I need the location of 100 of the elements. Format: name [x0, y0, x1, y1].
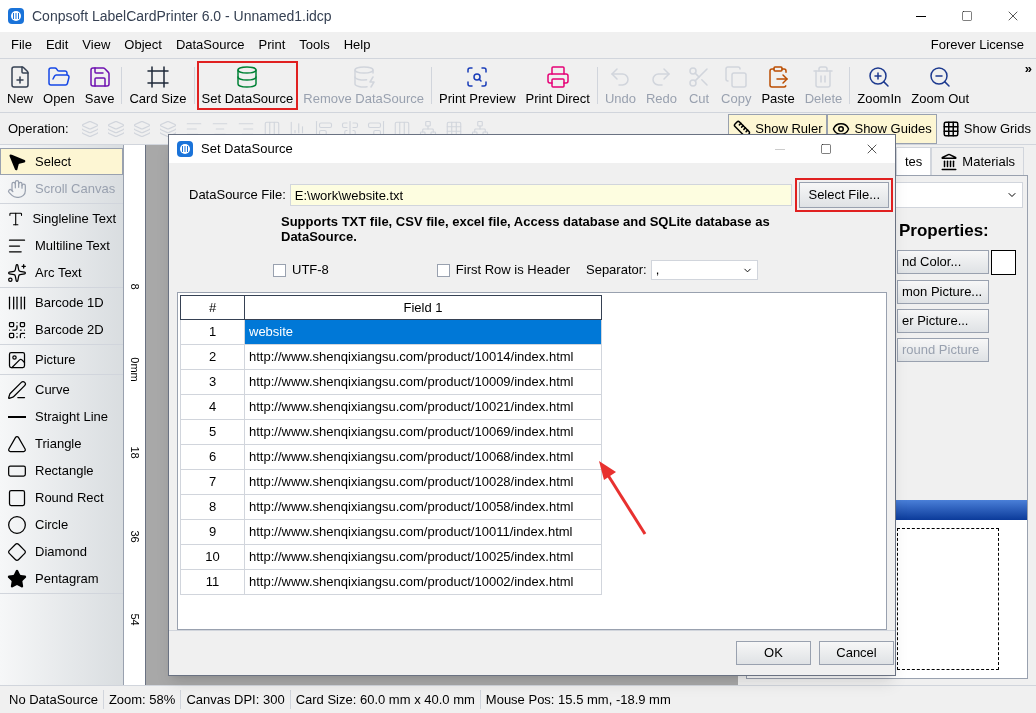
tool-button[interactable]: Circle [0, 511, 123, 538]
menu-item[interactable]: Edit [38, 32, 76, 58]
building-icon [940, 152, 959, 171]
toolbar-button[interactable]: ZoomIn [852, 61, 907, 110]
row-number: 3 [180, 369, 245, 395]
separator-label: Separator: [586, 261, 647, 280]
tool-button[interactable]: Triangle [0, 430, 123, 457]
select-file-button[interactable]: Select File... [799, 182, 889, 208]
toolbar-button[interactable]: Print Preview [434, 61, 521, 110]
tool-button[interactable]: Picture [0, 346, 123, 373]
table-row[interactable]: 6 http://www.shenqixiangsu.com/product/10068/index.html [180, 444, 602, 470]
supported-formats-note: Supports TXT file, CSV file, excel file, Access database and SQLite database as DataSource. [281, 214, 771, 244]
separator-dropdown[interactable]: , [650, 260, 758, 280]
panel-tab[interactable]: tes [896, 147, 932, 175]
panel-tab[interactable]: Materials [931, 147, 1025, 175]
zoom-out-icon [928, 64, 953, 89]
layers-icon [106, 119, 125, 138]
row-number: 1 [180, 319, 245, 345]
row-number: 2 [180, 344, 245, 370]
row-number: 11 [180, 569, 245, 595]
status-text: Card Size: 60.0 mm x 40.0 mm [289, 689, 480, 710]
menu-item[interactable]: Print [251, 32, 293, 58]
table-row[interactable]: 2 http://www.shenqixiangsu.com/product/10014/index.html [180, 344, 602, 370]
rounded-rectangle-icon [7, 487, 27, 508]
overflow-chevron[interactable]: » [1024, 59, 1032, 79]
checkbox-label: UTF-8 [292, 261, 329, 280]
toolbar-button[interactable]: Paste [756, 61, 800, 110]
table-row[interactable]: 7 http://www.shenqixiangsu.com/product/10028/index.html [180, 469, 602, 495]
table-row[interactable]: 10 http://www.shenqixiangsu.com/product/10025/index.html [180, 544, 602, 570]
operation-label: Operation: [8, 119, 69, 138]
menu-item[interactable]: DataSource [168, 32, 252, 58]
menu-item[interactable]: Object [117, 32, 169, 58]
tool-button[interactable]: Diamond [0, 538, 123, 565]
table-row[interactable]: 4 http://www.shenqixiangsu.com/product/10021/index.html [180, 394, 602, 420]
tool-button[interactable]: Select [0, 148, 123, 175]
save-icon [87, 64, 112, 89]
checkbox[interactable] [436, 263, 450, 277]
tool-button[interactable]: Barcode 1D [0, 289, 123, 316]
toolbar-button[interactable]: Save [79, 61, 120, 110]
color-swatch[interactable] [991, 249, 1016, 275]
file-label: DataSource File: [189, 186, 286, 205]
row-number: 4 [180, 394, 245, 420]
checkbox-label: First Row is Header [455, 261, 570, 280]
menu-item[interactable]: Help [336, 32, 378, 58]
line-icon [8, 415, 26, 418]
table-cell: http://www.shenqixiangsu.com/product/10011/index.html [244, 519, 602, 545]
toolbar-button[interactable]: Print Direct [520, 61, 595, 110]
tool-button[interactable]: Straight Line [0, 403, 123, 430]
table-cell: http://www.shenqixiangsu.com/product/10002/index.html [244, 569, 602, 595]
new-file-icon [8, 64, 32, 89]
view-toggle-button[interactable]: Show Grids [936, 113, 1036, 144]
ruler-label: 18 [129, 446, 140, 460]
maximize-icon [820, 143, 832, 155]
file-path-field[interactable]: E:\work\website.txt [289, 184, 793, 206]
dialog-button[interactable]: OK [736, 640, 811, 665]
row-number: 8 [180, 494, 245, 520]
layers-icon [158, 119, 177, 138]
tool-button[interactable]: Round Rect [0, 484, 123, 511]
tool-button[interactable]: Curve [0, 376, 123, 403]
tool-button[interactable]: Pentagram [0, 565, 123, 592]
checkbox[interactable] [273, 263, 286, 277]
menu-item[interactable]: File [4, 32, 39, 58]
tool-button[interactable]: Barcode 2D [0, 316, 123, 343]
property-button[interactable]: nd Color... [897, 250, 989, 274]
table-row[interactable]: 11 http://www.shenqixiangsu.com/product/10002/index.html [180, 569, 602, 595]
tool-button[interactable]: Multiline Text [0, 232, 123, 259]
ruler-label: 54 [129, 613, 140, 626]
table-cell: http://www.shenqixiangsu.com/product/10009/index.html [244, 369, 602, 395]
tool-button[interactable]: Singleline Text [0, 205, 123, 232]
database-icon [351, 64, 376, 89]
table-cell: http://www.shenqixiangsu.com/product/10021/index.html [244, 394, 602, 420]
table-row[interactable]: 8 http://www.shenqixiangsu.com/product/10058/index.html [180, 494, 602, 520]
minimize-icon [916, 15, 926, 17]
printer-icon [545, 64, 570, 89]
property-button[interactable]: mon Picture... [897, 279, 989, 304]
toolbar-button[interactable]: Open [38, 61, 80, 110]
table-row[interactable]: 3 http://www.shenqixiangsu.com/product/10009/index.html [180, 369, 602, 395]
ruler-label: 36 [129, 530, 140, 543]
toolbar-button[interactable]: Set DataSource [196, 61, 299, 110]
property-button[interactable]: er Picture... [897, 308, 989, 333]
menu-item[interactable]: Tools [292, 32, 337, 58]
tool-button[interactable]: Rectangle [0, 457, 123, 484]
table-row[interactable]: 5 http://www.shenqixiangsu.com/product/10069/index.html [180, 419, 602, 445]
toolbar-button[interactable]: New [2, 61, 38, 110]
tool-button[interactable]: Arc Text [0, 259, 123, 286]
dialog-button[interactable]: Cancel [819, 640, 894, 665]
toolbar-button[interactable]: Zoom Out [906, 61, 975, 110]
column-header[interactable]: Field 1 [244, 295, 602, 320]
table-row[interactable]: 9 http://www.shenqixiangsu.com/product/10011/index.html [180, 519, 602, 545]
dialog-title: Set DataSource [201, 140, 293, 159]
row-number: 10 [180, 544, 245, 570]
menu-item[interactable]: View [75, 32, 118, 58]
row-number: 9 [180, 519, 245, 545]
table-cell: http://www.shenqixiangsu.com/product/10028/index.html [244, 469, 602, 495]
app-logo-icon [8, 8, 24, 24]
column-header[interactable]: # [180, 295, 245, 320]
status-text: Mouse Pos: 15.5 mm, -18.9 mm [479, 689, 676, 710]
table-row[interactable]: 1 website [180, 319, 602, 345]
copy-icon [724, 64, 749, 89]
toolbar-button[interactable]: Card Size [124, 61, 192, 110]
